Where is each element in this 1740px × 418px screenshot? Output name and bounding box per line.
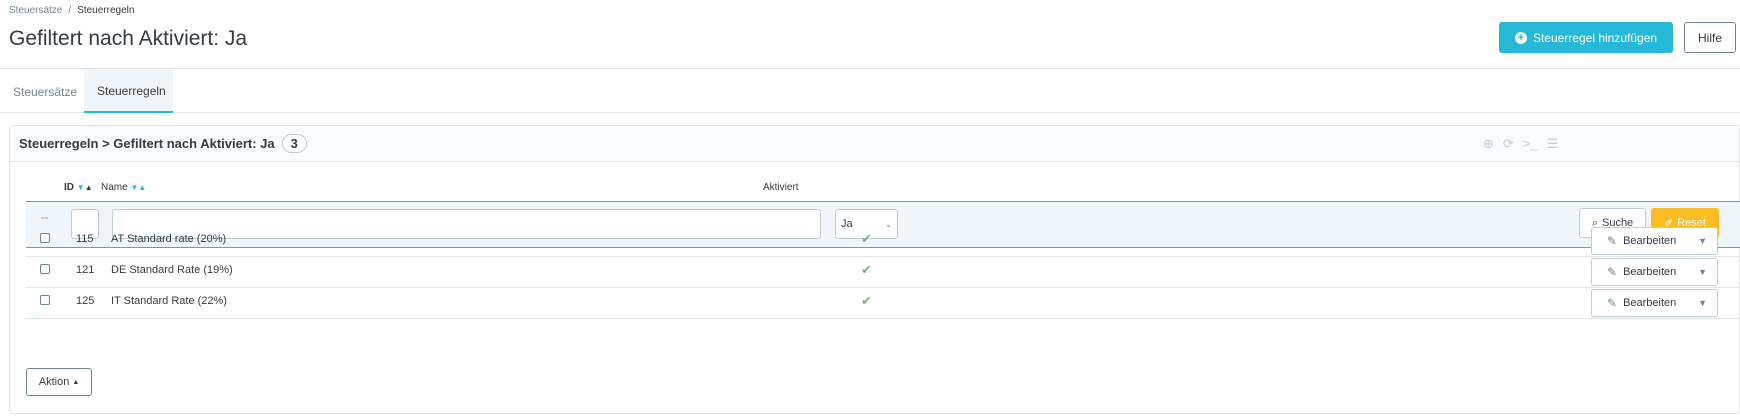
bulk-action-button[interactable]: Aktion ▲ [26, 368, 92, 396]
edit-button[interactable]: ✎ Bearbeiten ▼ [1591, 227, 1718, 255]
edit-button[interactable]: ✎ Bearbeiten ▼ [1591, 289, 1718, 317]
row-checkbox[interactable] [40, 233, 50, 243]
database-icon[interactable]: ☰ [1547, 136, 1559, 152]
edit-label: Bearbeiten [1623, 297, 1677, 309]
caret-down-icon[interactable]: ▼ [1698, 267, 1707, 277]
row-name: IT Standard Rate (22%) [111, 295, 227, 307]
count-badge: 3 [281, 134, 307, 153]
breadcrumb-parent-link[interactable]: Steuersätze [9, 5, 62, 16]
refresh-icon[interactable]: ⟳ [1503, 136, 1514, 152]
breadcrumb-current: Steuerregeln [77, 5, 135, 16]
tab-bar: Steuersätze Steuerregeln [0, 70, 1740, 113]
row-name: DE Standard Rate (19%) [111, 264, 233, 276]
panel-title: Steuerregeln > Gefiltert nach Aktiviert:… [19, 136, 275, 151]
tab-tax-rates[interactable]: Steuersätze [0, 70, 90, 113]
column-header-id[interactable]: ID ▼▲ [64, 182, 93, 193]
breadcrumb: Steuersätze / Steuerregeln [9, 5, 134, 16]
page-title: Gefiltert nach Aktiviert: Ja [9, 27, 248, 50]
sort-asc-icon[interactable]: ▲ [138, 183, 146, 192]
edit-label: Bearbeiten [1623, 266, 1677, 278]
column-label: ID [64, 182, 74, 193]
table-row: 115 AT Standard rate (20%) ✔ ✎ Bearbeite… [26, 223, 1740, 257]
plus-circle-icon[interactable]: ⊕ [1483, 136, 1494, 152]
add-tax-rule-button[interactable]: + Steuerregel hinzufügen [1499, 22, 1673, 53]
tab-label: Steuersätze [13, 84, 78, 99]
breadcrumb-separator: / [68, 5, 72, 16]
bulk-action-label: Aktion [38, 376, 70, 388]
help-button[interactable]: Hilfe [1684, 22, 1736, 53]
table-row: 121 DE Standard Rate (19%) ✔ ✎ Bearbeite… [26, 254, 1740, 288]
table-row: 125 IT Standard Rate (22%) ✔ ✎ Bearbeite… [26, 285, 1740, 319]
add-tax-rule-label: Steuerregel hinzufügen [1532, 30, 1658, 45]
page-header: Steuersätze / Steuerregeln Gefiltert nach … [0, 0, 1740, 69]
caret-up-icon: ▲ [72, 378, 80, 386]
edit-label: Bearbeiten [1623, 235, 1677, 247]
panel-heading: Steuerregeln > Gefiltert nach Aktiviert:… [10, 126, 1739, 162]
plus-circle-icon: + [1514, 31, 1527, 44]
check-icon[interactable]: ✔ [861, 293, 872, 309]
pencil-icon: ✎ [1607, 265, 1618, 279]
column-label: Name [101, 182, 128, 193]
row-id: 125 [76, 295, 95, 307]
row-checkbox[interactable] [40, 295, 50, 305]
column-header-active: Aktiviert [763, 182, 799, 193]
caret-down-icon[interactable]: ▼ [1698, 298, 1707, 308]
terminal-icon[interactable]: >_ [1523, 136, 1538, 152]
row-checkbox[interactable] [40, 264, 50, 274]
row-name: AT Standard rate (20%) [111, 233, 227, 245]
column-header-name[interactable]: Name ▼▲ [101, 182, 146, 193]
row-id: 121 [76, 264, 95, 276]
tab-tax-rules[interactable]: Steuerregeln [84, 70, 173, 113]
sort-desc-icon[interactable]: ▼ [77, 183, 85, 192]
edit-button[interactable]: ✎ Bearbeiten ▼ [1591, 258, 1718, 286]
panel-toolbar: ⊕ ⟳ >_ ☰ [1483, 136, 1558, 152]
pencil-icon: ✎ [1607, 234, 1618, 248]
pencil-icon: ✎ [1607, 296, 1618, 310]
check-icon[interactable]: ✔ [861, 262, 872, 278]
check-icon[interactable]: ✔ [861, 231, 872, 247]
sort-asc-icon[interactable]: ▲ [85, 183, 93, 192]
caret-down-icon[interactable]: ▼ [1698, 236, 1707, 246]
row-id: 115 [76, 233, 94, 245]
tab-label: Steuerregeln [97, 83, 166, 98]
